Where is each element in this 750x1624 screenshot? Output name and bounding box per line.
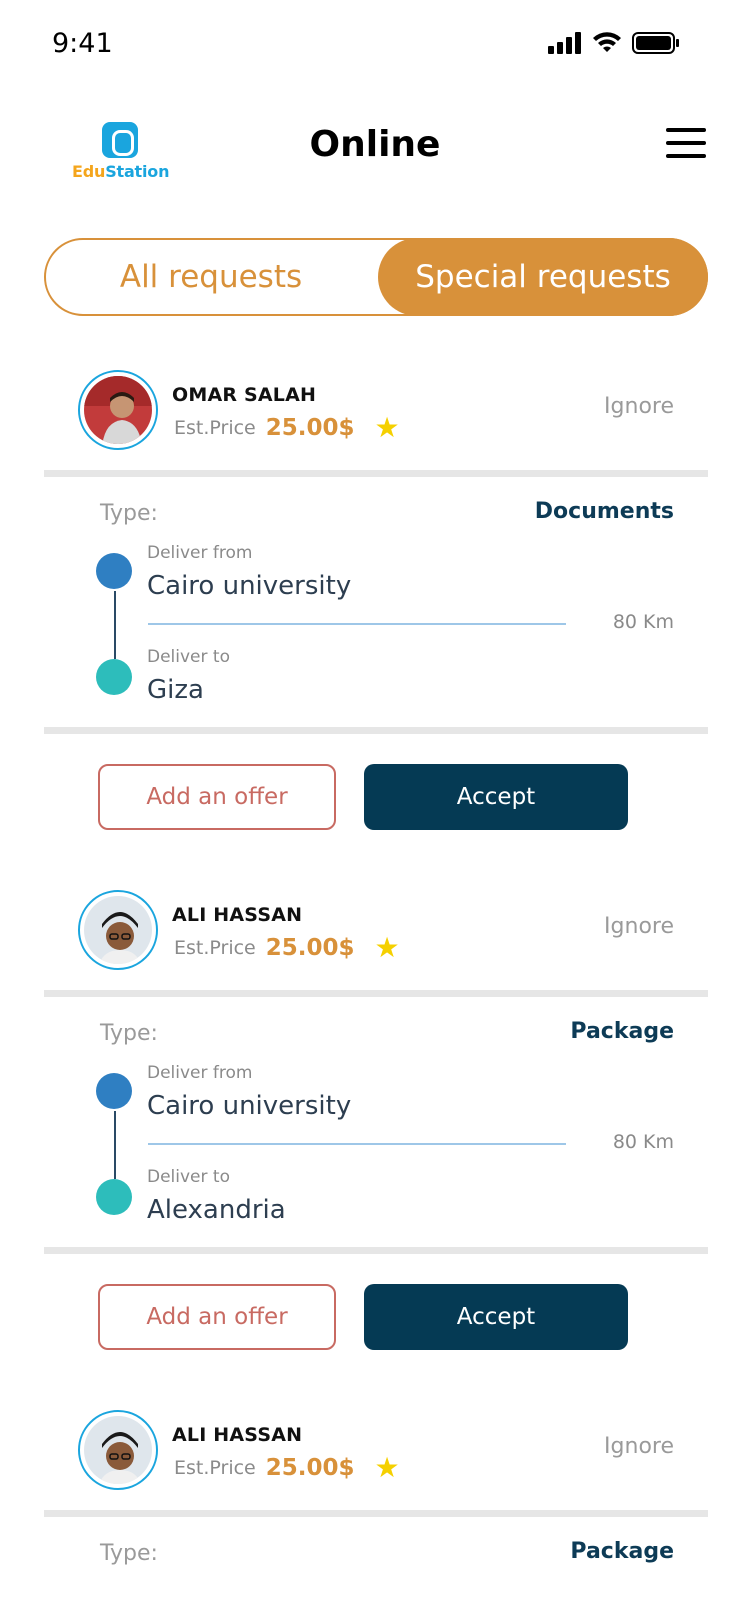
type-value: Package [570, 1539, 674, 1564]
requester-row: OMAR SALAH Est.Price 25.00$ ★ Ignore [44, 370, 708, 470]
distance-line [148, 1143, 566, 1145]
divider [44, 470, 708, 477]
deliver-to-value: Giza [147, 675, 204, 705]
battery-icon [632, 32, 679, 54]
type-value: Package [570, 1019, 674, 1044]
est-price-label: Est.Price [174, 937, 256, 959]
request-card: ALI HASSAN Est.Price 25.00$ ★ Ignore Typ… [44, 1410, 708, 1597]
wifi-icon [593, 32, 621, 52]
signal-icon [548, 32, 581, 54]
requester-row: ALI HASSAN Est.Price 25.00$ ★ Ignore [44, 1410, 708, 1510]
type-label: Type: [100, 1021, 158, 1046]
ignore-button[interactable]: Ignore [604, 1434, 674, 1459]
status-time: 9:41 [52, 28, 113, 59]
price-line: Est.Price 25.00$ ★ [174, 414, 400, 442]
deliver-from-value: Cairo university [147, 571, 352, 601]
route-line [114, 591, 116, 659]
type-value: Documents [534, 499, 674, 524]
add-offer-button[interactable]: Add an offer [98, 1284, 336, 1350]
deliver-to-label: Deliver to [147, 1167, 230, 1187]
divider [44, 1510, 708, 1517]
requester-name: OMAR SALAH [172, 384, 317, 406]
origin-dot-icon [96, 1073, 132, 1109]
requester-name: ALI HASSAN [172, 1424, 303, 1446]
avatar [78, 890, 158, 970]
request-card: OMAR SALAH Est.Price 25.00$ ★ Ignore Typ… [44, 370, 708, 830]
app-header: EduStation Online [0, 110, 750, 190]
type-label: Type: [100, 1541, 158, 1566]
request-details: Type: Documents Deliver from Cairo unive… [44, 477, 708, 727]
price-line: Est.Price 25.00$ ★ [174, 1454, 400, 1482]
star-icon: ★ [374, 1451, 400, 1484]
divider [44, 990, 708, 997]
request-actions: Add an offer Accept [44, 734, 708, 830]
distance-value: 80 Km [612, 1131, 674, 1153]
deliver-from-label: Deliver from [147, 543, 253, 563]
deliver-to-value: Alexandria [147, 1195, 286, 1225]
hamburger-menu-icon[interactable] [666, 128, 706, 160]
avatar [78, 1410, 158, 1490]
tab-special-requests[interactable]: Special requests [378, 238, 708, 316]
ignore-button[interactable]: Ignore [604, 914, 674, 939]
route-line [114, 1111, 116, 1179]
divider [44, 1247, 708, 1254]
status-icons [548, 32, 680, 54]
page-title: Online [309, 124, 441, 165]
avatar [78, 370, 158, 450]
distance-value: 80 Km [612, 611, 674, 633]
divider [44, 727, 708, 734]
add-offer-button[interactable]: Add an offer [98, 764, 336, 830]
type-label: Type: [100, 501, 158, 526]
request-actions: Add an offer Accept [44, 1254, 708, 1350]
request-details: Type: Package [44, 1517, 708, 1597]
tab-all-requests[interactable]: All requests [46, 238, 376, 316]
star-icon: ★ [374, 931, 400, 964]
deliver-from-value: Cairo university [147, 1091, 352, 1121]
star-icon: ★ [374, 411, 400, 444]
est-price-label: Est.Price [174, 417, 256, 439]
deliver-to-label: Deliver to [147, 647, 230, 667]
status-bar: 9:41 [0, 0, 750, 90]
price-value: 25.00$ [265, 1455, 355, 1481]
request-tabs: All requests Special requests [44, 238, 708, 316]
ignore-button[interactable]: Ignore [604, 394, 674, 419]
requester-row: ALI HASSAN Est.Price 25.00$ ★ Ignore [44, 890, 708, 990]
destination-dot-icon [96, 1179, 132, 1215]
deliver-from-label: Deliver from [147, 1063, 253, 1083]
price-line: Est.Price 25.00$ ★ [174, 934, 400, 962]
price-value: 25.00$ [265, 415, 355, 441]
accept-button[interactable]: Accept [364, 764, 628, 830]
request-details: Type: Package Deliver from Cairo univers… [44, 997, 708, 1247]
est-price-label: Est.Price [174, 1457, 256, 1479]
accept-button[interactable]: Accept [364, 1284, 628, 1350]
price-value: 25.00$ [265, 935, 355, 961]
destination-dot-icon [96, 659, 132, 695]
request-card: ALI HASSAN Est.Price 25.00$ ★ Ignore Typ… [44, 890, 708, 1350]
origin-dot-icon [96, 553, 132, 589]
distance-line [148, 623, 566, 625]
requester-name: ALI HASSAN [172, 904, 303, 926]
